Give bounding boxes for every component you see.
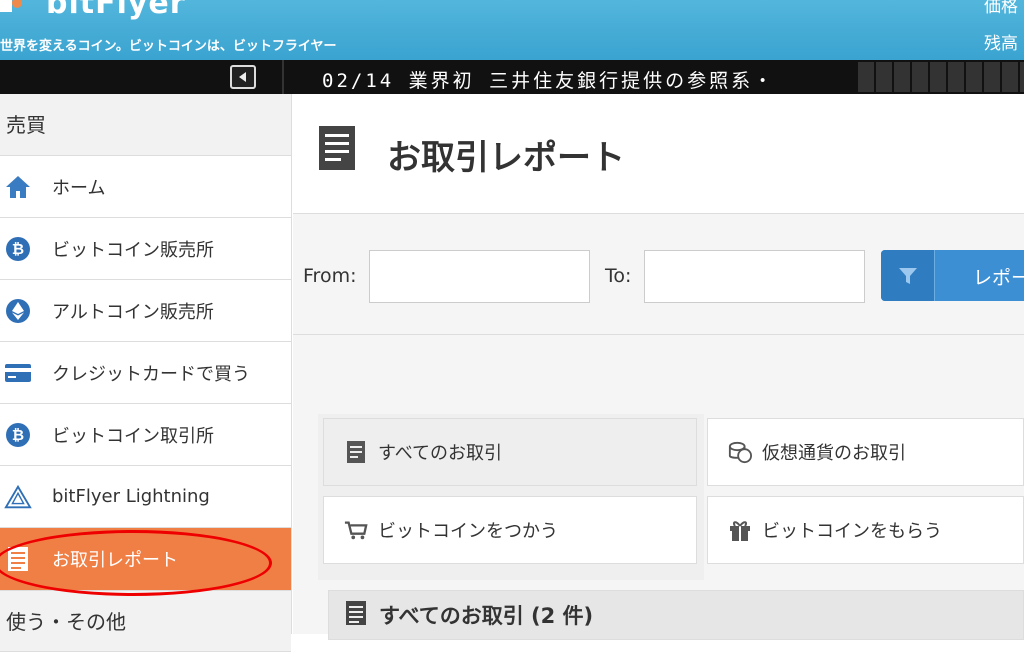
sidebar-item-altcoin-shop[interactable]: アルトコイン販売所 (0, 280, 291, 342)
sidebar-item-home[interactable]: ホーム (0, 156, 291, 218)
report-icon (317, 124, 357, 176)
document-icon (344, 440, 368, 464)
sidebar-item-label: クレジットカードで買う (52, 363, 250, 385)
cart-icon (344, 518, 368, 542)
coins-icon (728, 440, 752, 464)
from-date-input[interactable] (369, 250, 590, 303)
svg-text:₿: ₿ (12, 426, 24, 444)
to-date-input[interactable] (644, 250, 865, 303)
logo-text[interactable]: bitFlyer (46, 0, 186, 21)
ticker-divider (282, 60, 284, 94)
report-icon (4, 545, 32, 573)
balance-label: 残高 (984, 34, 1018, 54)
ticker-text[interactable]: 02/14 業界初 三井住友銀行提供の参照系・ (322, 66, 775, 93)
app-header: bitFlyer 世界を変えるコイン。ビットコインは、ビットフライヤー 価格 残… (0, 0, 1024, 60)
price-label: 価格 (984, 0, 1018, 17)
logo-mark (0, 0, 22, 12)
tile-label: すべてのお取引 (378, 443, 503, 464)
to-label: To: (605, 265, 632, 287)
tile-label: ビットコインをもらう (762, 521, 942, 542)
tile-label: 仮想通貨のお取引 (762, 443, 906, 464)
tile-all-trades[interactable]: すべてのお取引 (323, 418, 697, 486)
sidebar-item-trade-report[interactable]: お取引レポート (0, 528, 291, 590)
sidebar-item-bitcoin-shop[interactable]: ₿ ビットコイン販売所 (0, 218, 291, 280)
bitcoin-icon: ₿ (4, 235, 32, 263)
sidebar-item-label: アルトコイン販売所 (52, 301, 214, 323)
tile-crypto-trades[interactable]: 仮想通貨のお取引 (707, 418, 1024, 486)
page-title: お取引レポート (387, 138, 625, 178)
gift-icon (728, 518, 752, 542)
sidebar-item-label: ビットコイン販売所 (52, 239, 214, 261)
list-header-title: すべてのお取引 (2 件) (379, 604, 594, 628)
title-area: お取引レポート (293, 94, 1024, 214)
from-label: From: (303, 265, 357, 287)
filter-icon (881, 250, 935, 301)
sidebar-item-label: bitFlyer Lightning (52, 486, 210, 507)
svg-text:₿: ₿ (12, 240, 24, 258)
lightning-logo-icon (4, 483, 32, 511)
sidebar-item-label: ホーム (52, 177, 106, 199)
report-button[interactable]: レポート (881, 250, 1024, 301)
sidebar-item-label: ビットコイン取引所 (52, 425, 214, 447)
ticker-led-blocks (858, 62, 1024, 92)
tagline: 世界を変えるコイン。ビットコインは、ビットフライヤー (0, 39, 337, 54)
ethereum-icon (4, 297, 32, 325)
sidebar: 売買 ホーム ₿ ビットコイン販売所 アルトコイン販売所 クレジットカードで買う… (0, 94, 292, 652)
sidebar-item-bitcoin-exchange[interactable]: ₿ ビットコイン取引所 (0, 404, 291, 466)
tile-use-bitcoin[interactable]: ビットコインをつかう (323, 496, 697, 564)
sidebar-collapse-button[interactable] (230, 65, 256, 89)
home-icon (4, 173, 32, 201)
tile-receive-bitcoin[interactable]: ビットコインをもらう (707, 496, 1024, 564)
report-button-label: レポート (973, 267, 1024, 289)
document-icon (345, 600, 367, 631)
sidebar-item-credit-card[interactable]: クレジットカードで買う (0, 342, 291, 404)
trade-list-header: すべてのお取引 (2 件) (328, 590, 1024, 640)
bitcoin-icon: ₿ (4, 421, 32, 449)
main-content: お取引レポート From: To: レポート すべてのお取引 仮想通貨のお取引 … (293, 94, 1024, 640)
filter-bar: From: To: レポート (293, 215, 1024, 335)
sidebar-section-trade: 売買 (0, 94, 291, 156)
sidebar-item-lightning[interactable]: bitFlyer Lightning (0, 466, 291, 528)
tile-label: ビットコインをつかう (378, 521, 558, 542)
ticker-bar: 02/14 業界初 三井住友銀行提供の参照系・ (0, 60, 1024, 94)
sidebar-item-label: お取引レポート (52, 550, 178, 571)
sidebar-section-other: 使う・その他 (0, 590, 291, 652)
credit-card-icon (4, 359, 32, 387)
